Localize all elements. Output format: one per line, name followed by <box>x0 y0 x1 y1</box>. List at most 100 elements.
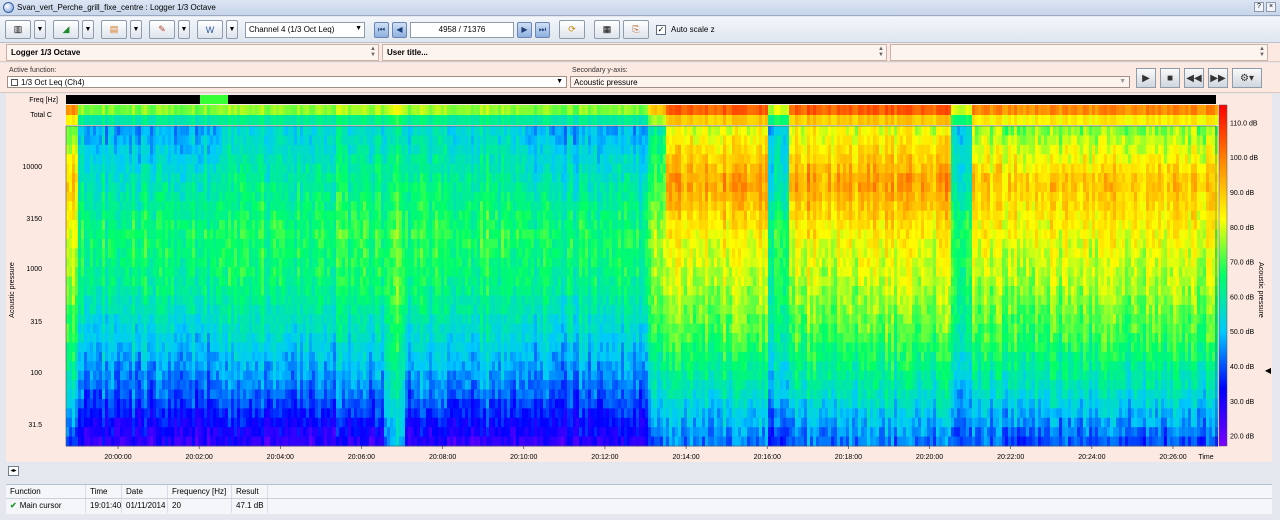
heatmap-cell <box>156 238 159 249</box>
view-layout-dropdown[interactable]: ▼ <box>34 20 46 39</box>
heatmap-cell <box>423 333 426 343</box>
active-function-select[interactable]: 1/3 Oct Leq (Ch4) ▼ <box>7 76 567 88</box>
heatmap-cell <box>273 342 276 353</box>
heatmap-cell <box>135 436 138 447</box>
heatmap-cell <box>387 201 390 212</box>
heatmap-cell <box>102 295 105 306</box>
heatmap-cell <box>252 173 255 183</box>
extra-title-field[interactable]: ▲ ▼ <box>890 44 1268 61</box>
weighting-button[interactable]: W <box>197 20 223 39</box>
heatmap-cell <box>279 210 282 221</box>
heatmap-cell <box>297 163 300 174</box>
channel-select[interactable]: Channel 4 (1/3 Oct Leq) ▼ <box>245 21 365 38</box>
heatmap-cell <box>285 115 288 125</box>
heatmap-cell <box>174 144 177 155</box>
spinner-icon[interactable]: ▲ ▼ <box>370 46 376 58</box>
heatmap-cell <box>396 173 399 183</box>
table-view-button[interactable]: ▦ <box>594 20 620 39</box>
heatmap-cell <box>159 295 162 306</box>
rewind-button[interactable]: ◀◀ <box>1184 68 1204 88</box>
colormap-dropdown[interactable]: ▼ <box>130 20 142 39</box>
heatmap-cell <box>216 201 219 212</box>
spinner-icon[interactable]: ▲ ▼ <box>1259 46 1265 58</box>
spectrogram-chart[interactable]: Freq [Hz]Total C100003150100031510031.5A… <box>6 94 1272 462</box>
heatmap-cell <box>189 238 192 249</box>
heatmap-cell <box>69 427 72 438</box>
heatmap-cell <box>72 201 75 212</box>
weighting-dropdown[interactable]: ▼ <box>226 20 238 39</box>
heatmap-cell <box>78 163 81 174</box>
chart-type-dropdown[interactable]: ▼ <box>82 20 94 39</box>
heatmap-cell <box>111 154 114 165</box>
heatmap-cell <box>240 135 243 146</box>
heatmap-cell <box>186 427 189 438</box>
export-button[interactable]: ⎘ <box>623 20 649 39</box>
function-checkbox[interactable] <box>11 78 18 86</box>
heatmap-cell <box>291 342 294 353</box>
edit-dropdown[interactable]: ▼ <box>178 20 190 39</box>
heatmap-cell <box>444 342 447 353</box>
heatmap-cell <box>78 323 81 334</box>
heatmap-cell <box>318 398 321 409</box>
heatmap-cell <box>402 351 405 362</box>
next-record-button[interactable]: ▶ <box>517 21 532 38</box>
heatmap-cell <box>294 417 297 428</box>
heatmap-cell <box>414 115 417 125</box>
heatmap-cell <box>195 144 198 155</box>
heatmap-cell <box>348 351 351 362</box>
chart-type-button[interactable]: ◢ <box>53 20 79 39</box>
spinner-icon[interactable]: ▲ ▼ <box>878 46 884 58</box>
heatmap-cell <box>441 361 444 372</box>
heatmap-cell <box>144 163 147 174</box>
heatmap-cell <box>108 154 111 165</box>
record-counter[interactable]: 4958 / 71376 <box>410 21 514 38</box>
last-record-button[interactable]: ⏭ <box>535 21 550 38</box>
heatmap-cell <box>327 286 330 296</box>
heatmap-cell <box>414 276 417 287</box>
view-layout-button[interactable]: ▥ <box>5 20 31 39</box>
heatmap-cell <box>459 105 462 115</box>
play-button[interactable]: ▶ <box>1136 68 1156 88</box>
edit-button[interactable]: ✎ <box>149 20 175 39</box>
heatmap-cell <box>225 389 228 400</box>
heatmap-cell <box>282 361 285 372</box>
heatmap-cell <box>186 436 189 447</box>
heatmap-cell <box>102 201 105 212</box>
close-button[interactable]: × <box>1266 2 1276 12</box>
heatmap-cell <box>192 380 195 391</box>
heatmap-cell <box>360 210 363 221</box>
user-title-field[interactable]: User title... ▲ ▼ <box>382 44 887 61</box>
heatmap-cell <box>342 210 345 221</box>
heatmap-cell <box>456 314 459 325</box>
heatmap-cell <box>69 220 72 231</box>
heatmap-cell <box>399 380 402 391</box>
heatmap-cell <box>342 361 345 372</box>
previous-record-button[interactable]: ◀ <box>392 21 407 38</box>
auto-scale-checkbox[interactable]: ✓ <box>656 24 666 35</box>
logger-name-field[interactable]: Logger 1/3 Octave ▲ ▼ <box>6 44 379 61</box>
heatmap-cell <box>387 389 390 400</box>
heatmap-cell <box>285 389 288 400</box>
refresh-icon: ⟳ <box>568 24 576 34</box>
fast-forward-button[interactable]: ▶▶ <box>1208 68 1228 88</box>
heatmap-cell <box>321 436 324 447</box>
heatmap-cell <box>465 267 468 278</box>
heatmap-cell <box>72 163 75 174</box>
heatmap-cell <box>156 182 159 193</box>
heatmap-cell <box>327 323 330 334</box>
settings-button[interactable]: ⚙▾ <box>1232 68 1262 88</box>
heatmap-cell <box>198 380 201 391</box>
heatmap-cell <box>105 323 108 334</box>
heatmap-cell <box>237 115 240 125</box>
heatmap-cell <box>78 314 81 325</box>
heatmap-cell <box>342 417 345 428</box>
colormap-button[interactable]: ▤ <box>101 20 127 39</box>
heatmap-cell <box>240 163 243 174</box>
secondary-axis-select[interactable]: Acoustic pressure ▼ <box>570 76 1130 88</box>
heatmap-cell <box>393 417 396 428</box>
stop-button[interactable]: ■ <box>1160 68 1180 88</box>
first-record-button[interactable]: ⏮ <box>374 21 389 38</box>
help-button[interactable]: ? <box>1254 2 1264 12</box>
refresh-button[interactable]: ⟳ <box>559 20 585 39</box>
heatmap-cell <box>273 323 276 334</box>
